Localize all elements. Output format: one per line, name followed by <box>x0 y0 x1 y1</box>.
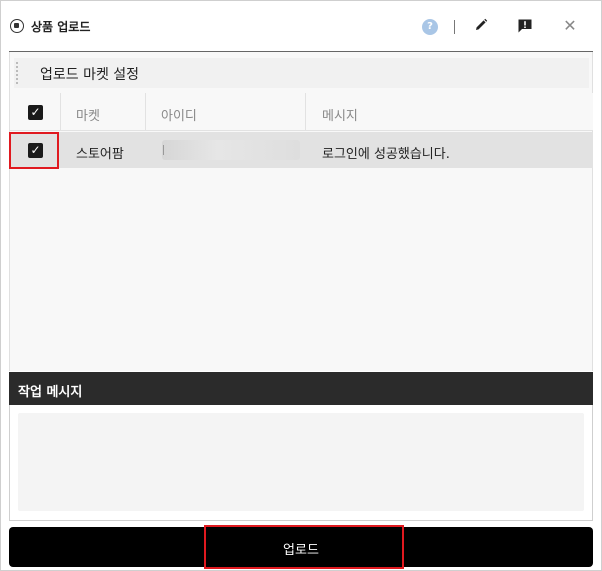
checkbox-highlight-box <box>9 132 59 169</box>
market-name: 스토어팜 <box>76 147 124 162</box>
section-title: 업로드 마켓 설정 <box>40 67 140 83</box>
market-settings-panel: 업로드 마켓 설정 ✓ 마켓 아이디 메시지 ✓ 스토어팜 로그인에 성공했습니… <box>9 52 593 371</box>
window-title: 상품 업로드 <box>31 20 91 34</box>
work-message-log[interactable] <box>18 413 584 511</box>
text-cursor <box>163 145 164 155</box>
upload-window: 상품 업로드 ? ✕ 업로드 마켓 설정 ✓ 마켓 아이디 메시지 ✓ 스토어팜… <box>0 0 602 571</box>
select-all-checkbox[interactable]: ✓ <box>28 105 43 120</box>
column-divider <box>305 93 306 131</box>
market-table-header: ✓ 마켓 아이디 메시지 <box>10 93 593 131</box>
column-header-id[interactable]: 아이디 <box>161 105 197 124</box>
table-row[interactable]: ✓ 스토어팜 로그인에 성공했습니다. <box>10 132 593 168</box>
work-message-panel <box>9 405 593 521</box>
app-logo-icon <box>10 19 24 33</box>
column-header-market[interactable]: 마켓 <box>76 105 100 124</box>
work-message-title: 작업 메시지 <box>18 385 83 400</box>
column-divider <box>145 93 146 131</box>
work-message-header: 작업 메시지 <box>9 372 593 405</box>
close-icon[interactable]: ✕ <box>563 18 577 34</box>
pencil-icon[interactable] <box>473 17 489 33</box>
column-divider <box>60 93 61 131</box>
help-icon[interactable]: ? <box>422 19 438 35</box>
title-bar: 상품 업로드 ? ✕ <box>1 1 601 51</box>
drag-handle-icon <box>16 62 18 84</box>
toolbar-divider <box>454 20 455 34</box>
account-id-redacted <box>162 140 300 160</box>
column-header-message[interactable]: 메시지 <box>322 105 358 124</box>
section-header: 업로드 마켓 설정 <box>14 58 589 88</box>
upload-highlight-box <box>204 525 404 569</box>
report-icon[interactable] <box>517 18 533 34</box>
login-message: 로그인에 성공했습니다. <box>322 147 450 162</box>
